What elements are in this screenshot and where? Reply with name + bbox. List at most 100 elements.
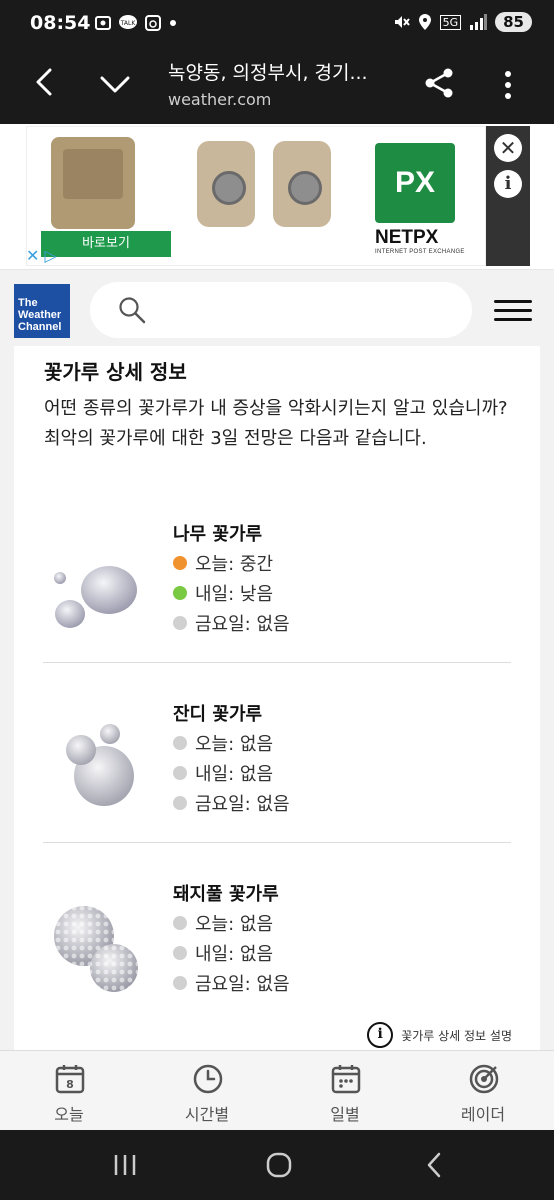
page-title[interactable]: 녹양동, 의정부시, 경기... <box>168 58 368 85</box>
grass-pollen-image <box>66 724 134 806</box>
home-icon[interactable] <box>264 1150 294 1180</box>
nav-label: 일별 <box>330 1105 360 1124</box>
ad-brand: NETPX <box>375 227 439 248</box>
pollen-name: 나무 꽃가루 <box>173 524 263 545</box>
radar-icon <box>469 1064 499 1094</box>
forecast-label: 오늘: 중간 <box>195 554 274 575</box>
calendar-icon <box>331 1065 361 1094</box>
logo-line-2: Weather <box>18 309 62 321</box>
forecast-label: 내일: 없음 <box>195 764 274 785</box>
forecast-label: 내일: 없음 <box>195 944 274 965</box>
forecast-label: 오늘: 없음 <box>195 734 274 755</box>
browser-toolbar: 녹양동, 의정부시, 경기... weather.com <box>0 52 554 124</box>
signal-icon <box>470 14 488 30</box>
pollen-forecast-friday: 금요일: 없음 <box>173 610 290 636</box>
pollen-info-link[interactable]: i 꽃가루 상세 정보 설명 <box>367 1022 512 1048</box>
pollen-forecast-today: 오늘: 중간 <box>173 550 273 576</box>
level-dot-icon <box>173 556 187 570</box>
pollen-name: 돼지풀 꽃가루 <box>173 884 279 905</box>
logo-line-3: Channel <box>18 321 62 333</box>
pollen-forecast-tomorrow: 내일: 없음 <box>173 940 273 966</box>
level-dot-icon <box>173 916 187 930</box>
pollen-forecast-tomorrow: 내일: 없음 <box>173 760 273 786</box>
more-menu-icon[interactable] <box>498 70 518 100</box>
chevron-down-icon[interactable] <box>98 70 132 100</box>
pollen-forecast-tomorrow: 내일: 낮음 <box>173 580 273 606</box>
info-icon: i <box>367 1022 394 1048</box>
location-icon <box>418 14 431 30</box>
search-icon <box>119 297 146 324</box>
divider <box>43 842 511 843</box>
pollen-item-grass: 잔디 꽃가루 오늘: 없음 내일: 없음 금요일: 없음 <box>14 686 540 866</box>
nav-label: 레이더 <box>460 1105 506 1124</box>
ad-product-part-2 <box>273 141 331 227</box>
tree-pollen-image <box>54 566 137 628</box>
ad-content[interactable]: 바로보기 PX NETPX INTERNET POST EXCHANGE <box>26 126 486 266</box>
pollen-detail-card: 꽃가루 상세 정보 어떤 종류의 꽃가루가 내 증상을 악화시키는지 알고 있습… <box>14 346 540 1052</box>
site-header: The Weather Channel <box>0 270 554 352</box>
status-bar: 08:54 TALK 5G 85 <box>0 0 554 52</box>
forecast-label: 내일: 낮음 <box>195 584 274 605</box>
pollen-forecast-friday: 금요일: 없음 <box>173 790 290 816</box>
level-dot-icon <box>173 616 187 630</box>
calendar-day-number: 8 <box>66 1078 74 1091</box>
back-icon[interactable] <box>30 66 62 98</box>
recent-apps-icon[interactable] <box>110 1150 140 1180</box>
back-nav-icon[interactable] <box>420 1150 450 1180</box>
nav-hourly[interactable]: 시간별 <box>138 1051 276 1131</box>
system-status: 5G 85 <box>392 12 532 32</box>
level-dot-icon <box>173 586 187 600</box>
close-ad-icon[interactable]: ✕ <box>494 134 522 162</box>
nav-radar[interactable]: 레이더 <box>414 1051 552 1131</box>
search-input[interactable] <box>90 282 472 338</box>
ad-controls: ✕ i <box>486 126 530 266</box>
pollen-name: 잔디 꽃가루 <box>173 704 263 725</box>
ad-logo: PX <box>375 143 455 223</box>
level-dot-icon <box>173 766 187 780</box>
kakaotalk-icon: TALK <box>119 15 137 29</box>
nav-label: 오늘 <box>54 1105 84 1124</box>
network-type: 5G <box>439 14 462 30</box>
ragweed-pollen-image <box>54 906 138 992</box>
divider <box>43 662 511 663</box>
status-time: 08:54 <box>30 12 91 34</box>
forecast-label: 오늘: 없음 <box>195 914 274 935</box>
system-navigation-bar <box>0 1130 554 1200</box>
nav-label: 시간별 <box>184 1105 230 1124</box>
nav-daily[interactable]: 일별 <box>276 1051 414 1131</box>
level-dot-icon <box>173 946 187 960</box>
notification-icons: TALK <box>94 14 178 32</box>
section-title: 꽃가루 상세 정보 <box>44 360 187 384</box>
ad-cta-button[interactable]: 바로보기 <box>41 231 171 257</box>
calendar-day-icon: 8 <box>55 1065 85 1094</box>
ad-product-bag <box>51 137 135 229</box>
level-dot-icon <box>173 736 187 750</box>
dot-icon <box>170 20 176 26</box>
level-dot-icon <box>173 976 187 990</box>
ad-banner: 바로보기 PX NETPX INTERNET POST EXCHANGE ✕ ▷… <box>0 124 554 270</box>
weather-channel-logo[interactable]: The Weather Channel <box>14 284 70 338</box>
svg-text:TALK: TALK <box>120 20 137 27</box>
timer-icon <box>145 15 161 31</box>
bottom-navigation: 8 오늘 시간별 일별 레이더 <box>0 1050 554 1130</box>
hamburger-menu-icon[interactable] <box>494 300 532 322</box>
clock-icon <box>193 1064 223 1094</box>
pollen-forecast-today: 오늘: 없음 <box>173 910 273 936</box>
mute-icon <box>394 16 410 28</box>
level-dot-icon <box>173 796 187 810</box>
forecast-label: 금요일: 없음 <box>195 974 290 995</box>
share-icon[interactable] <box>422 66 456 100</box>
logo-line-1: The <box>18 297 38 309</box>
ad-product-part-1 <box>197 141 255 227</box>
pollen-forecast-today: 오늘: 없음 <box>173 730 273 756</box>
adchoices-icon[interactable]: ✕ ▷ <box>26 246 57 265</box>
nav-today[interactable]: 8 오늘 <box>0 1051 138 1131</box>
page-url[interactable]: weather.com <box>168 90 271 109</box>
section-description: 어떤 종류의 꽃가루가 내 증상을 악화시키는지 알고 있습니까? 최악의 꽃가… <box>44 398 508 449</box>
battery-level: 85 <box>495 12 532 32</box>
pollen-item-tree: 나무 꽃가루 오늘: 중간 내일: 낮음 금요일: 없음 <box>14 506 540 686</box>
ad-info-icon[interactable]: i <box>494 170 522 198</box>
forecast-label: 금요일: 없음 <box>195 614 290 635</box>
ad-brand-sub: INTERNET POST EXCHANGE <box>375 249 465 255</box>
pollen-item-ragweed: 돼지풀 꽃가루 오늘: 없음 내일: 없음 금요일: 없음 <box>14 866 540 1046</box>
